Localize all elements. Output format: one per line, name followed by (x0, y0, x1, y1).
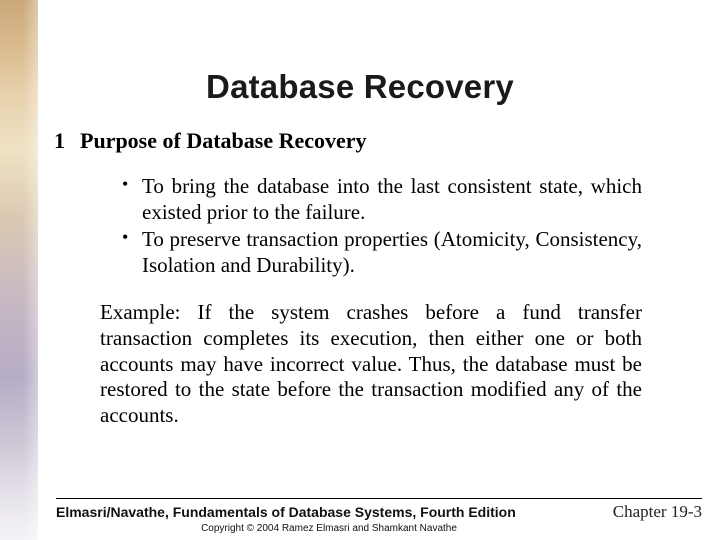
section-heading: Purpose of Database Recovery (80, 128, 367, 154)
footer-book-title: Elmasri/Navathe, Fundamentals of Databas… (56, 504, 516, 520)
section-heading-row: 1 Purpose of Database Recovery (54, 128, 670, 154)
bullet-item: To bring the database into the last cons… (122, 174, 642, 225)
slide-footer: Elmasri/Navathe, Fundamentals of Databas… (0, 498, 720, 540)
example-paragraph: Example: If the system crashes before a … (100, 300, 642, 428)
footer-row: Elmasri/Navathe, Fundamentals of Databas… (56, 502, 702, 522)
bullet-item: To preserve transaction properties (Atom… (122, 227, 642, 278)
bullet-list: To bring the database into the last cons… (122, 174, 642, 278)
footer-copyright: Copyright © 2004 Ramez Elmasri and Shamk… (56, 523, 602, 534)
slide: Database Recovery 1 Purpose of Database … (0, 0, 720, 540)
slide-title: Database Recovery (50, 0, 670, 128)
section-number: 1 (54, 128, 80, 154)
footer-divider (56, 498, 702, 499)
footer-page-number: Chapter 19-3 (613, 502, 702, 522)
slide-content: Database Recovery 1 Purpose of Database … (0, 0, 720, 540)
